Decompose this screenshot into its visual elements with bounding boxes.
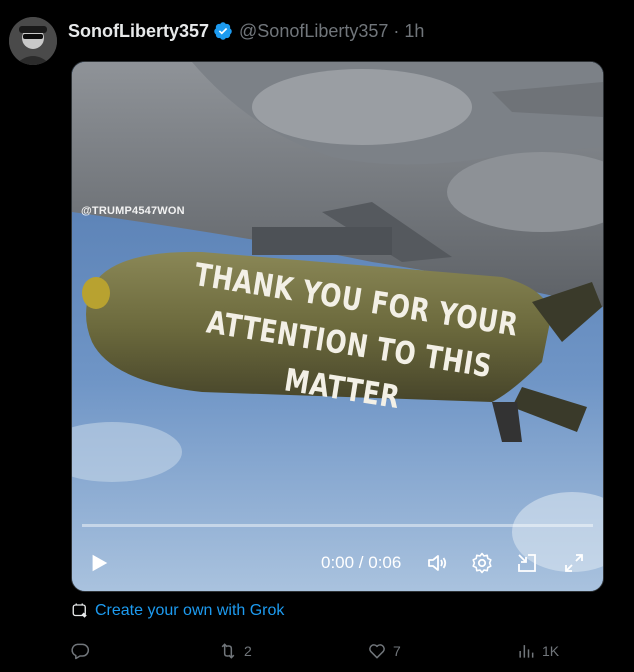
video-timecode: 0:00 / 0:06 <box>321 553 402 572</box>
picture-in-picture-icon[interactable] <box>515 551 539 575</box>
retweet-count: 2 <box>244 643 252 659</box>
grok-link-label[interactable]: Create your own with Grok <box>95 602 284 620</box>
video-controls: 0:00 / 0:06 <box>72 542 603 584</box>
retweet-button[interactable]: 2 <box>218 641 252 661</box>
views-button[interactable]: 1K <box>516 641 559 661</box>
reply-icon <box>71 643 90 660</box>
reply-button[interactable] <box>70 641 96 661</box>
video-player[interactable]: @TRUMP4547WON THANK YOU FOR YOUR ATTENTI… <box>71 61 604 592</box>
like-button[interactable]: 7 <box>367 641 401 661</box>
timestamp[interactable]: 1h <box>404 21 424 42</box>
play-icon[interactable] <box>88 552 110 574</box>
views-bar-chart-icon <box>519 645 534 658</box>
video-watermark: @TRUMP4547WON <box>81 205 185 217</box>
verified-badge-icon <box>214 22 232 40</box>
video-progress-bar[interactable] <box>82 524 593 527</box>
heart-icon <box>369 644 385 659</box>
volume-icon[interactable] <box>425 551 449 575</box>
grok-create-link[interactable]: Create your own with Grok <box>71 602 284 620</box>
views-count: 1K <box>542 643 560 659</box>
like-count: 7 <box>393 643 401 659</box>
grok-compose-icon <box>72 603 87 618</box>
separator: · <box>393 20 400 41</box>
avatar[interactable] <box>9 17 57 65</box>
tweet-header: SonofLiberty357 @SonofLiberty357 · 1h <box>68 18 424 44</box>
tweet-action-bar: 2 7 1K <box>0 638 634 666</box>
handle[interactable]: @SonofLiberty357 <box>239 21 388 42</box>
display-name[interactable]: SonofLiberty357 <box>68 21 209 42</box>
settings-gear-icon[interactable] <box>470 551 494 575</box>
fullscreen-icon[interactable] <box>562 551 586 575</box>
retweet-icon <box>221 643 235 659</box>
